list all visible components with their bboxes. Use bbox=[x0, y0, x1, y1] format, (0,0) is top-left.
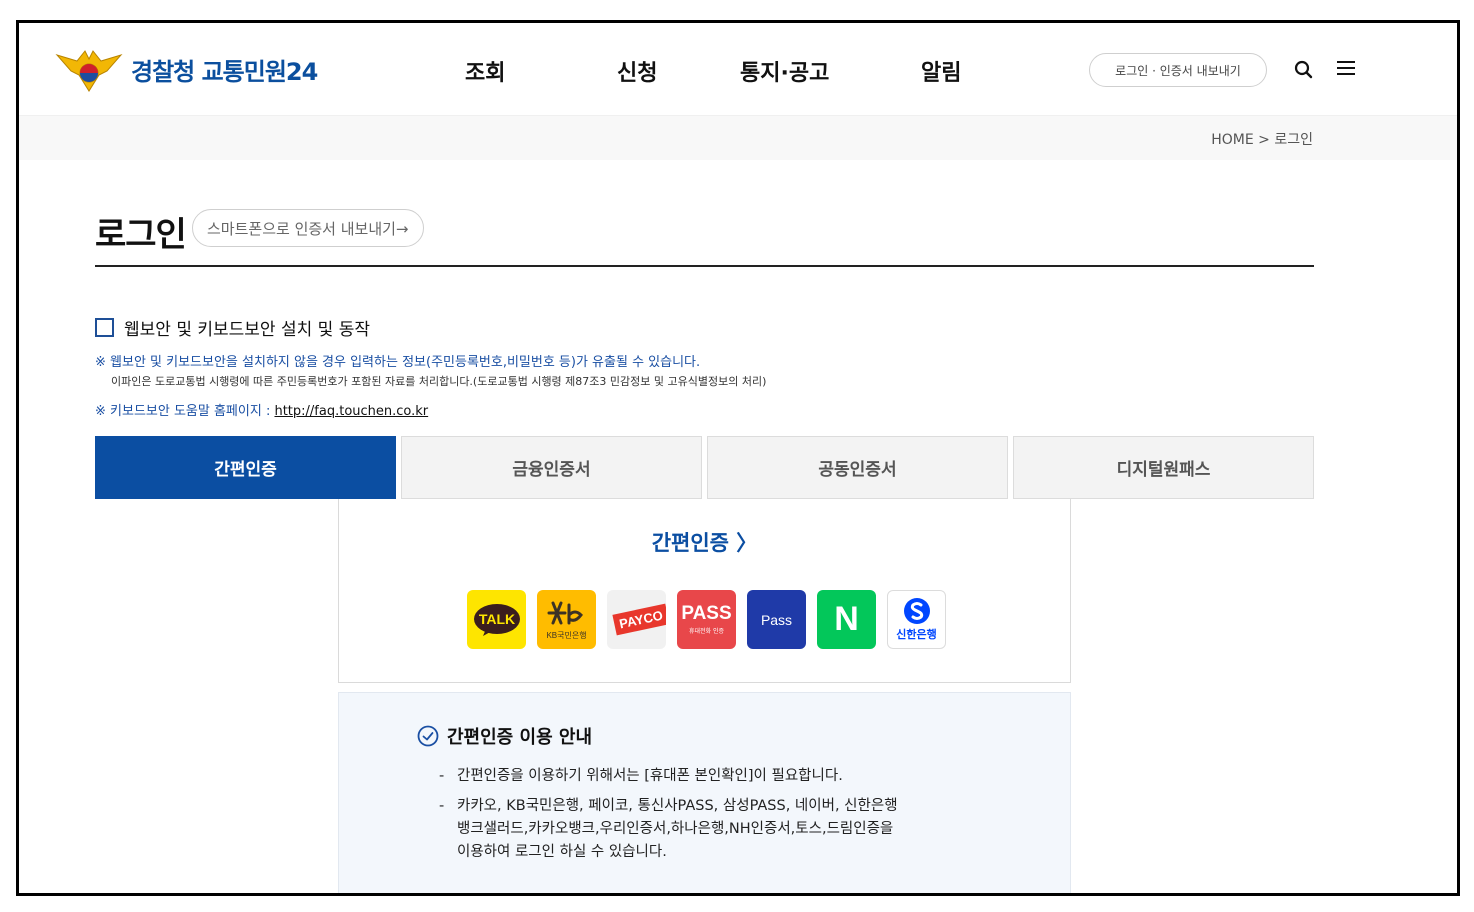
breadcrumb-bar: HOME > 로그인 bbox=[19, 115, 1457, 160]
shinhan-icon[interactable]: 신한은행 bbox=[887, 590, 946, 649]
nav-item-news[interactable]: 알림 bbox=[921, 55, 961, 87]
page-title: 로그인 bbox=[95, 215, 187, 255]
kakao-label: TALK bbox=[478, 611, 514, 627]
pass-sublabel: 휴대전화 인증 bbox=[688, 628, 725, 635]
site-logo[interactable]: 경찰청 교통민원24 bbox=[55, 45, 318, 93]
nav-item-apply[interactable]: 신청 bbox=[617, 55, 657, 87]
guide-item-line: 뱅크샐러드,카카오뱅크,우리인증서,하나은행,NH인증서,토스,드림인증을 bbox=[457, 821, 894, 837]
guide-header: 간편인증 이용 안내 bbox=[417, 723, 592, 749]
provider-icons: TALK KB국민은행 PAYCO PASS 휴대전화 인증 Pass N 신한… bbox=[467, 590, 946, 649]
pass-label: PASS bbox=[681, 603, 732, 624]
logo-text: 경찰청 교통민원24 bbox=[131, 57, 318, 86]
guide-item: 카카오, KB국민은행, 페이코, 통신사PASS, 삼성PASS, 네이버, … bbox=[439, 795, 898, 864]
police-emblem-icon bbox=[55, 50, 123, 92]
login-cert-export-button[interactable]: 로그인 · 인증서 내보내기 bbox=[1089, 53, 1267, 87]
kb-icon[interactable]: KB국민은행 bbox=[537, 590, 596, 649]
kb-label: KB국민은행 bbox=[546, 630, 587, 640]
search-icon[interactable] bbox=[1293, 59, 1315, 81]
browser-frame: 경찰청 교통민원24 조회 신청 통지·공고 알림 로그인 · 인증서 내보내기… bbox=[16, 20, 1460, 896]
naver-icon[interactable]: N bbox=[817, 590, 876, 649]
guide-list: 간편인증을 이용하기 위해서는 [휴대폰 본인확인]이 필요합니다. 카카오, … bbox=[439, 765, 898, 864]
smartphone-export-button[interactable]: 스마트폰으로 인증서 내보내기→ bbox=[192, 209, 424, 247]
nav-item-inquiry[interactable]: 조회 bbox=[465, 55, 505, 87]
tab-financial-cert[interactable]: 금융인증서 bbox=[401, 436, 702, 499]
payco-icon[interactable]: PAYCO bbox=[607, 590, 666, 649]
simple-auth-panel: 간편인증 〉 TALK KB국민은행 PAYCO PASS 휴대전화 인증 Pa… bbox=[338, 499, 1071, 683]
tab-simple-auth[interactable]: 간편인증 bbox=[95, 436, 396, 499]
keyboard-help-link[interactable]: http://faq.touchen.co.kr bbox=[274, 404, 428, 419]
title-divider bbox=[95, 265, 1314, 267]
security-checkbox-row[interactable]: 웹보안 및 키보드보안 설치 및 동작 bbox=[95, 315, 370, 340]
check-circle-icon bbox=[417, 725, 439, 747]
nav-item-notice[interactable]: 통지·공고 bbox=[740, 55, 829, 87]
simple-auth-link[interactable]: 간편인증 〉 bbox=[339, 527, 1070, 557]
site-header: 경찰청 교통민원24 조회 신청 통지·공고 알림 로그인 · 인증서 내보내기 bbox=[19, 23, 1457, 115]
pass-icon[interactable]: PASS 휴대전화 인증 bbox=[677, 590, 736, 649]
privacy-notice: 이파인은 도로교통법 시행령에 따른 주민등록번호가 포함된 자료를 처리합니다… bbox=[111, 375, 767, 388]
shinhan-label: 신한은행 bbox=[896, 628, 937, 641]
security-checkbox-label: 웹보안 및 키보드보안 설치 및 동작 bbox=[124, 320, 370, 340]
guide-item-line: 이용하여 로그인 하실 수 있습니다. bbox=[457, 844, 667, 860]
guide-title: 간편인증 이용 안내 bbox=[447, 727, 593, 748]
payco-label: PAYCO bbox=[612, 603, 666, 636]
breadcrumb: HOME > 로그인 bbox=[1211, 132, 1313, 148]
kakao-icon[interactable]: TALK bbox=[467, 590, 526, 649]
naver-label: N bbox=[834, 600, 859, 638]
security-checkbox[interactable] bbox=[95, 318, 114, 337]
guide-item: 간편인증을 이용하기 위해서는 [휴대폰 본인확인]이 필요합니다. bbox=[439, 765, 898, 788]
tab-joint-cert[interactable]: 공동인증서 bbox=[707, 436, 1008, 499]
security-warning: ※ 웹보안 및 키보드보안을 설치하지 않을 경우 입력하는 정보(주민등록번호… bbox=[95, 355, 701, 370]
keyboard-help-notice: ※ 키보드보안 도움말 홈페이지 : http://faq.touchen.co… bbox=[95, 400, 428, 419]
samsung-pass-icon[interactable]: Pass bbox=[747, 590, 806, 649]
samsung-pass-label: Pass bbox=[760, 611, 793, 628]
guide-item-line: 카카오, KB국민은행, 페이코, 통신사PASS, 삼성PASS, 네이버, … bbox=[457, 798, 898, 814]
tab-digital-onepass[interactable]: 디지털원패스 bbox=[1013, 436, 1314, 499]
hamburger-menu-icon[interactable] bbox=[1337, 61, 1355, 79]
simple-auth-guide: 간편인증 이용 안내 간편인증을 이용하기 위해서는 [휴대폰 본인확인]이 필… bbox=[338, 692, 1071, 893]
keyboard-help-prefix: ※ 키보드보안 도움말 홈페이지 : bbox=[95, 404, 275, 419]
